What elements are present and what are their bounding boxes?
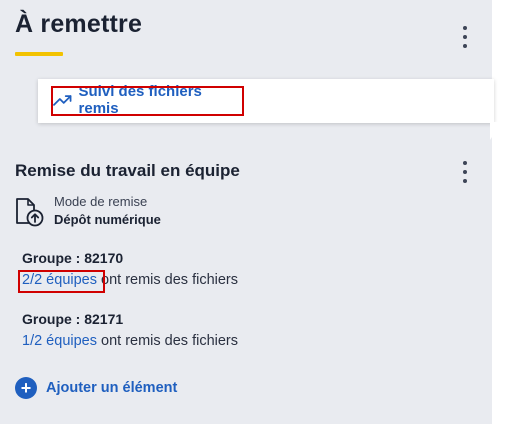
menu-item-file-tracking[interactable]: Suivi des fichiers remis <box>50 83 242 117</box>
group-name: Groupe : 82170 <box>22 250 124 266</box>
group-status: 1/2 équipes ont remis des fichiers <box>22 333 238 349</box>
menu-item-label: Suivi des fichiers remis <box>78 83 202 117</box>
teams-link[interactable]: 1/2 équipes <box>22 333 97 349</box>
add-element-label: Ajouter un élément <box>46 380 178 396</box>
mode-value: Dépôt numérique <box>54 212 161 227</box>
teams-suffix: ont remis des fichiers <box>101 272 239 288</box>
add-element-button[interactable]: + Ajouter un élément <box>15 377 177 399</box>
popup-pointer <box>490 122 502 140</box>
teams-suffix: ont remis des fichiers <box>101 333 239 349</box>
mode-label: Mode de remise <box>54 194 148 209</box>
plus-icon: + <box>15 377 37 399</box>
title-underline <box>15 52 63 56</box>
content-panel: À remettre Remise du travail en équipe M… <box>0 0 492 424</box>
teams-link[interactable]: 2/2 équipes <box>22 272 97 288</box>
more-options-icon[interactable] <box>457 26 473 48</box>
trending-up-icon <box>53 95 72 106</box>
card-more-options-icon[interactable] <box>457 161 473 183</box>
file-upload-icon <box>14 197 46 232</box>
group-name: Groupe : 82171 <box>22 311 124 327</box>
card-title: Remise du travail en équipe <box>15 161 240 180</box>
page-title: À remettre <box>15 10 143 38</box>
popup-menu: Suivi des fichiers remis <box>38 79 494 123</box>
group-status: 2/2 équipes ont remis des fichiers <box>22 272 238 288</box>
